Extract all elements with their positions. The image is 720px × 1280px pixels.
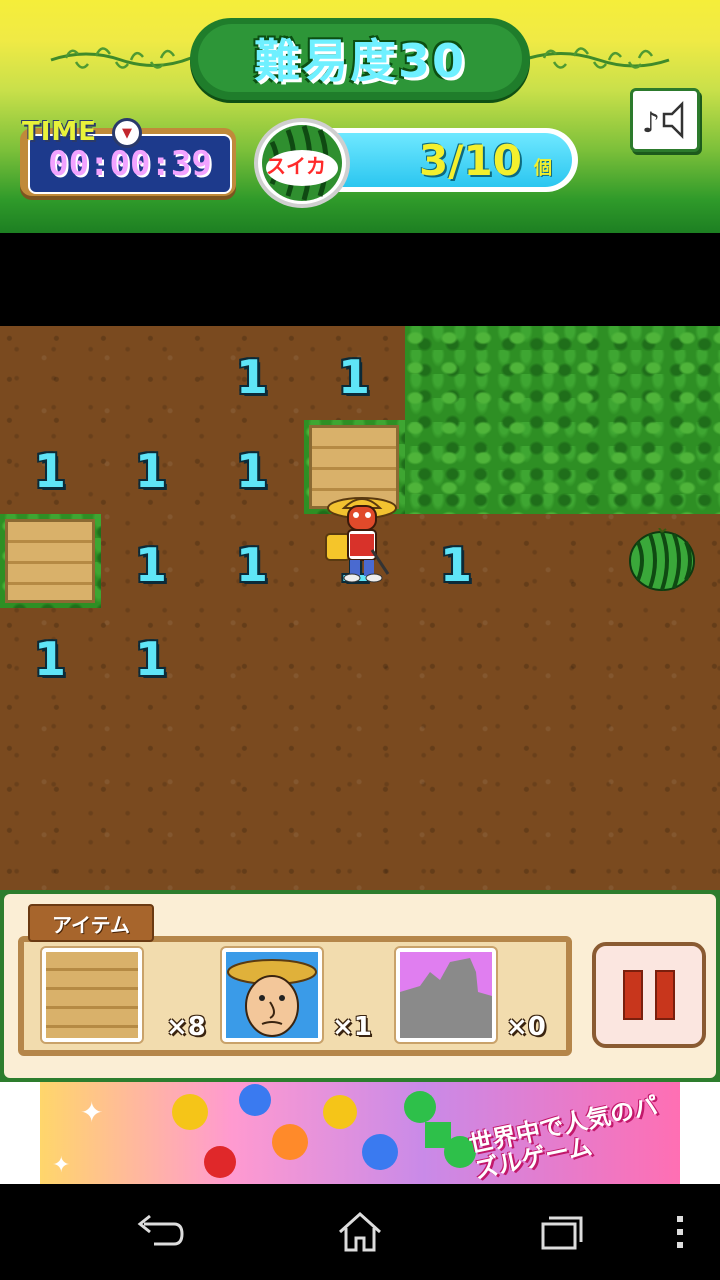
header-gap [0, 233, 720, 326]
watermelon-unit: 個 [534, 158, 552, 179]
cell-number[interactable]: 1 [30, 444, 70, 498]
recents-icon [541, 1216, 583, 1250]
pause-button[interactable] [592, 942, 706, 1048]
grass-cell [0, 514, 101, 608]
watermelon-icon[interactable] [628, 528, 696, 592]
sound-toggle-button[interactable]: ♪ [630, 88, 700, 152]
item-crate-button[interactable] [42, 948, 142, 1042]
farmer-character [325, 497, 397, 583]
home-button[interactable] [330, 1208, 390, 1256]
item-locked-button[interactable] [396, 948, 496, 1042]
difficulty-title: 難易度30 [253, 34, 466, 88]
svg-text:♪: ♪ [642, 106, 660, 139]
elapsed-time: 00:00:39 [48, 144, 212, 184]
home-icon [338, 1211, 382, 1252]
svg-text:✦: ✦ [52, 1153, 70, 1178]
grass-area [405, 326, 720, 514]
items-label: アイテム [52, 912, 130, 937]
cell-number[interactable]: 1 [436, 538, 476, 592]
item-crate-count: ×8 [166, 1012, 206, 1042]
vine-decoration-left [50, 47, 192, 69]
time-label: TIME [22, 117, 98, 147]
cell-number[interactable]: 1 [334, 350, 374, 404]
items-label-plate: アイテム [28, 904, 154, 942]
watermelon-label: スイカ [266, 154, 326, 178]
back-icon [137, 1214, 184, 1246]
locked-silhouette-icon [400, 952, 492, 1038]
recents-button[interactable] [530, 1208, 590, 1256]
item-locked-count: ×0 [506, 1012, 546, 1042]
cell-number[interactable]: 1 [131, 538, 171, 592]
svg-text:✦: ✦ [80, 1096, 103, 1129]
pause-icon-bar [655, 970, 675, 1020]
pause-icon [623, 970, 643, 1020]
clock-icon: ▼ [112, 118, 142, 148]
title-container: 難易度30 [198, 24, 522, 92]
cell-number[interactable]: 1 [232, 444, 272, 498]
crate-icon [46, 952, 138, 1038]
cell-number[interactable]: 1 [131, 444, 171, 498]
item-farmer-count: ×1 [332, 1012, 372, 1042]
crate-block[interactable] [5, 519, 95, 603]
cell-number[interactable]: 1 [30, 632, 70, 686]
watermelon-count: 3/10 [418, 135, 522, 185]
cell-number[interactable]: 1 [131, 632, 171, 686]
vine-decoration-right [528, 47, 670, 69]
menu-icon [677, 1216, 683, 1248]
cell-number[interactable]: 1 [232, 350, 272, 404]
back-button[interactable] [128, 1208, 188, 1256]
overflow-menu-button[interactable] [650, 1208, 710, 1256]
item-farmer-button[interactable] [222, 948, 322, 1042]
sound-icon: ♪ [642, 100, 684, 140]
farmer-face-icon [226, 952, 318, 1038]
cell-number[interactable]: 1 [232, 538, 272, 592]
